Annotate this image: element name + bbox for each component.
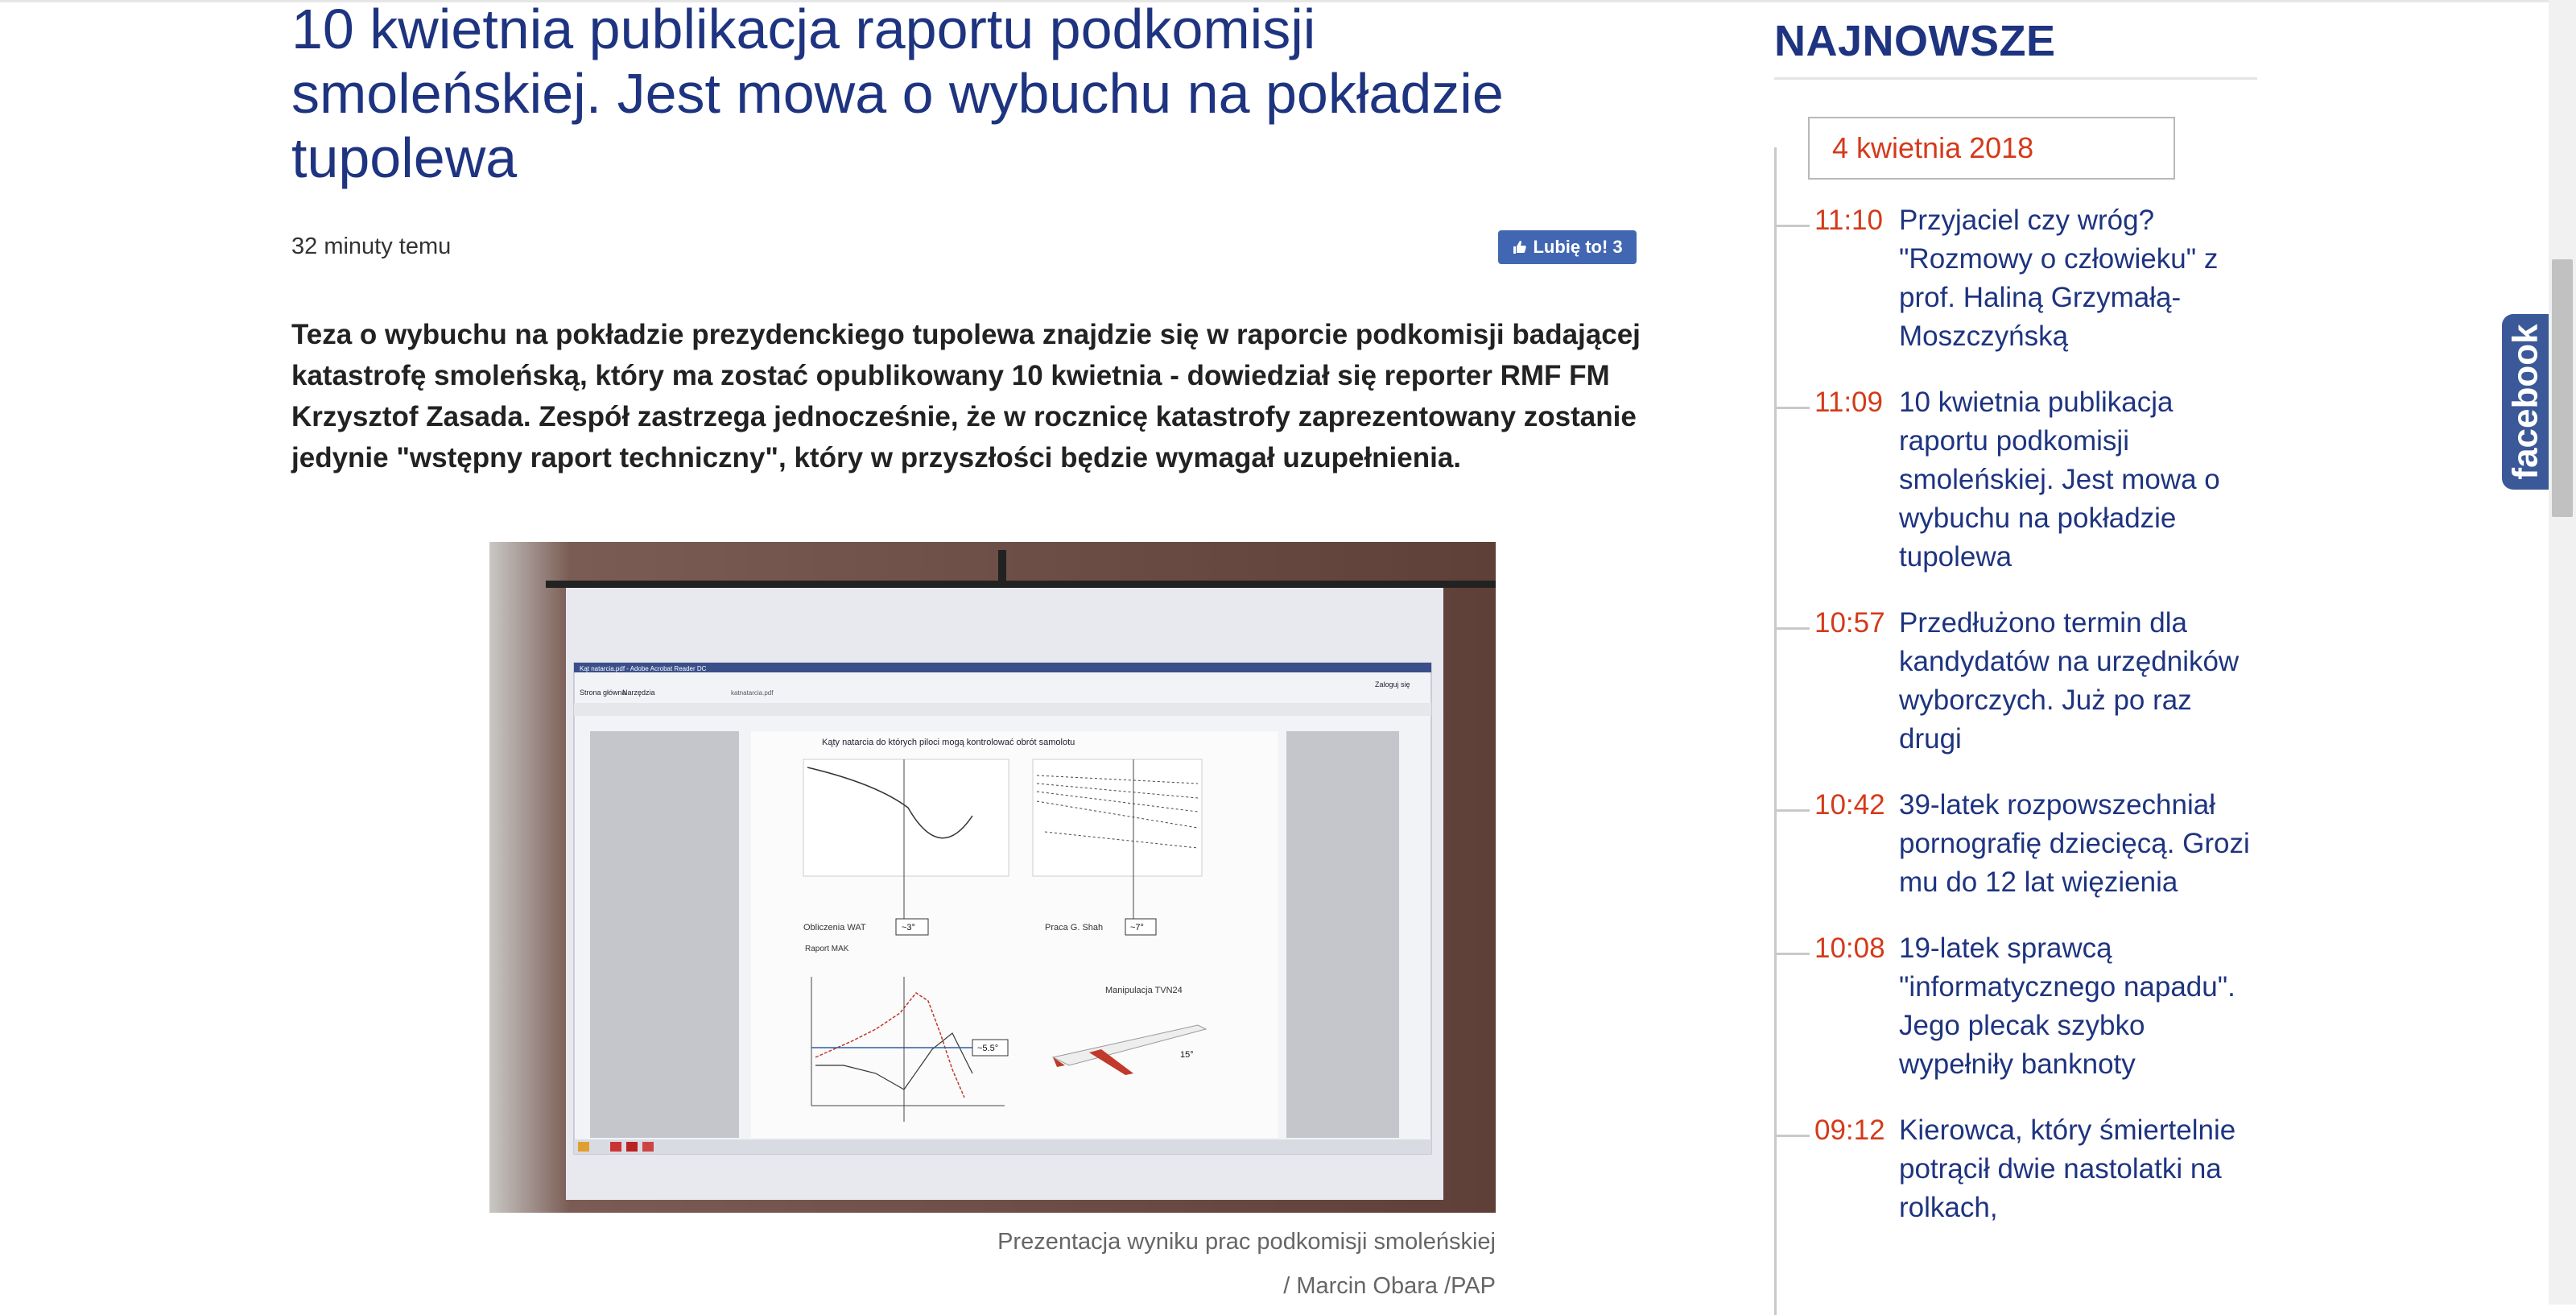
signin: Zaloguj się <box>1375 680 1410 689</box>
news-title[interactable]: 19-latek sprawcą "informatycznego napadu… <box>1899 929 2257 1084</box>
screen-hook <box>998 550 1006 582</box>
caption-line-2: / Marcin Obara /PAP <box>1283 1273 1496 1299</box>
sidebar-title: NAJNOWSZE <box>1774 17 2056 65</box>
value-tvn: 15° <box>1180 1050 1194 1060</box>
article-photo[interactable]: Kąt natarcia.pdf - Adobe Acrobat Reader … <box>489 542 1496 1213</box>
timeline-tick <box>1774 225 1810 227</box>
screen-bar <box>546 581 1496 588</box>
label-wat: Obliczenia WAT <box>803 923 866 932</box>
news-time: 11:09 <box>1814 387 1883 418</box>
scrollbar-thumb[interactable] <box>2552 259 2573 517</box>
timeline-tick <box>1774 953 1810 955</box>
taskbar-icon-3 <box>626 1142 638 1152</box>
tab-tools: Narzędzia <box>622 689 655 697</box>
window-title: Kąt natarcia.pdf - Adobe Acrobat Reader … <box>580 665 707 672</box>
article-time: 32 minuty temu <box>291 234 452 259</box>
value-wat: ~3° <box>902 923 915 932</box>
value-shah: ~7° <box>1130 923 1144 932</box>
timeline-tick <box>1774 809 1810 812</box>
taskbar-icon-4 <box>642 1142 654 1152</box>
caption-line-1: Prezentacja wyniku prac podkomisji smole… <box>997 1229 1496 1255</box>
label-mak: Raport MAK <box>805 945 849 953</box>
news-title[interactable]: Przedłużono termin dla kandydatów na urz… <box>1899 604 2257 759</box>
like-label: Lubię to! <box>1533 237 1608 257</box>
facebook-like-button[interactable]: Lubię to! 3 <box>1498 230 1637 264</box>
news-list: 11:10 Przyjaciel czy wróg? "Rozmowy o cz… <box>1774 201 2257 1255</box>
taskbar-icon-2 <box>610 1142 621 1152</box>
tab-file: katnatarcia.pdf <box>731 689 774 697</box>
facebook-logo-text: facebook <box>2506 324 2546 480</box>
list-item[interactable]: 11:09 10 kwietnia publikacja raportu pod… <box>1774 383 2257 577</box>
sidebar-divider <box>1774 77 2257 80</box>
news-time: 10:08 <box>1814 932 1885 964</box>
scrollbar[interactable] <box>2549 0 2576 1305</box>
photo-caption: Prezentacja wyniku prac podkomisji smole… <box>489 1220 1496 1309</box>
label-tvn: Manipulacja TVN24 <box>1105 986 1183 995</box>
article-lead: Teza o wybuchu na pokładzie prezydenckie… <box>291 319 1641 473</box>
list-item[interactable]: 11:10 Przyjaciel czy wróg? "Rozmowy o cz… <box>1774 201 2257 356</box>
slide-title: Kąty natarcia do których piloci mogą kon… <box>822 738 1075 747</box>
label-shah: Praca G. Shah <box>1045 923 1103 932</box>
left-gray-panel <box>590 731 739 1138</box>
article-headline: 10 kwietnia publikacja raportu podkomisj… <box>291 0 1504 189</box>
list-item[interactable]: 10:42 39-latek rozpowszechniał pornograf… <box>1774 786 2257 902</box>
tab-home: Strona główna <box>580 689 626 697</box>
chart-wat <box>803 759 1009 877</box>
toolbar <box>574 703 1431 716</box>
facebook-side-tab[interactable]: facebook <box>2502 314 2550 490</box>
projection-photo: Kąt natarcia.pdf - Adobe Acrobat Reader … <box>489 542 1496 1213</box>
right-gray-panel <box>1286 731 1399 1138</box>
timeline-tick <box>1774 407 1810 409</box>
timeline-tick <box>1774 1135 1810 1137</box>
timeline-tick <box>1774 627 1810 630</box>
list-item[interactable]: 09:12 Kierowca, który śmiertelnie potrąc… <box>1774 1111 2257 1227</box>
thumbs-up-icon <box>1513 241 1527 254</box>
news-time: 10:57 <box>1814 607 1885 639</box>
news-time: 09:12 <box>1814 1114 1885 1146</box>
list-item[interactable]: 10:57 Przedłużono termin dla kandydatów … <box>1774 604 2257 759</box>
value-mak: ~5.5° <box>977 1044 998 1053</box>
list-item[interactable]: 10:08 19-latek sprawcą "informatycznego … <box>1774 929 2257 1084</box>
sidebar-date: 4 kwietnia 2018 <box>1808 117 2175 180</box>
news-time: 10:42 <box>1814 789 1885 821</box>
news-title[interactable]: Przyjaciel czy wróg? "Rozmowy o człowiek… <box>1899 201 2257 356</box>
taskbar-icon-1 <box>578 1142 589 1152</box>
news-title[interactable]: 10 kwietnia publikacja raportu podkomisj… <box>1899 383 2257 577</box>
news-title[interactable]: Kierowca, który śmiertelnie potrącił dwi… <box>1899 1111 2257 1227</box>
news-time: 11:10 <box>1814 205 1883 236</box>
taskbar <box>574 1139 1431 1154</box>
news-title[interactable]: 39-latek rozpowszechniał pornografię dzi… <box>1899 786 2257 902</box>
like-count: 3 <box>1612 237 1623 257</box>
sidebar-latest: NAJNOWSZE 4 kwietnia 2018 11:10 Przyjaci… <box>1774 0 2257 1315</box>
